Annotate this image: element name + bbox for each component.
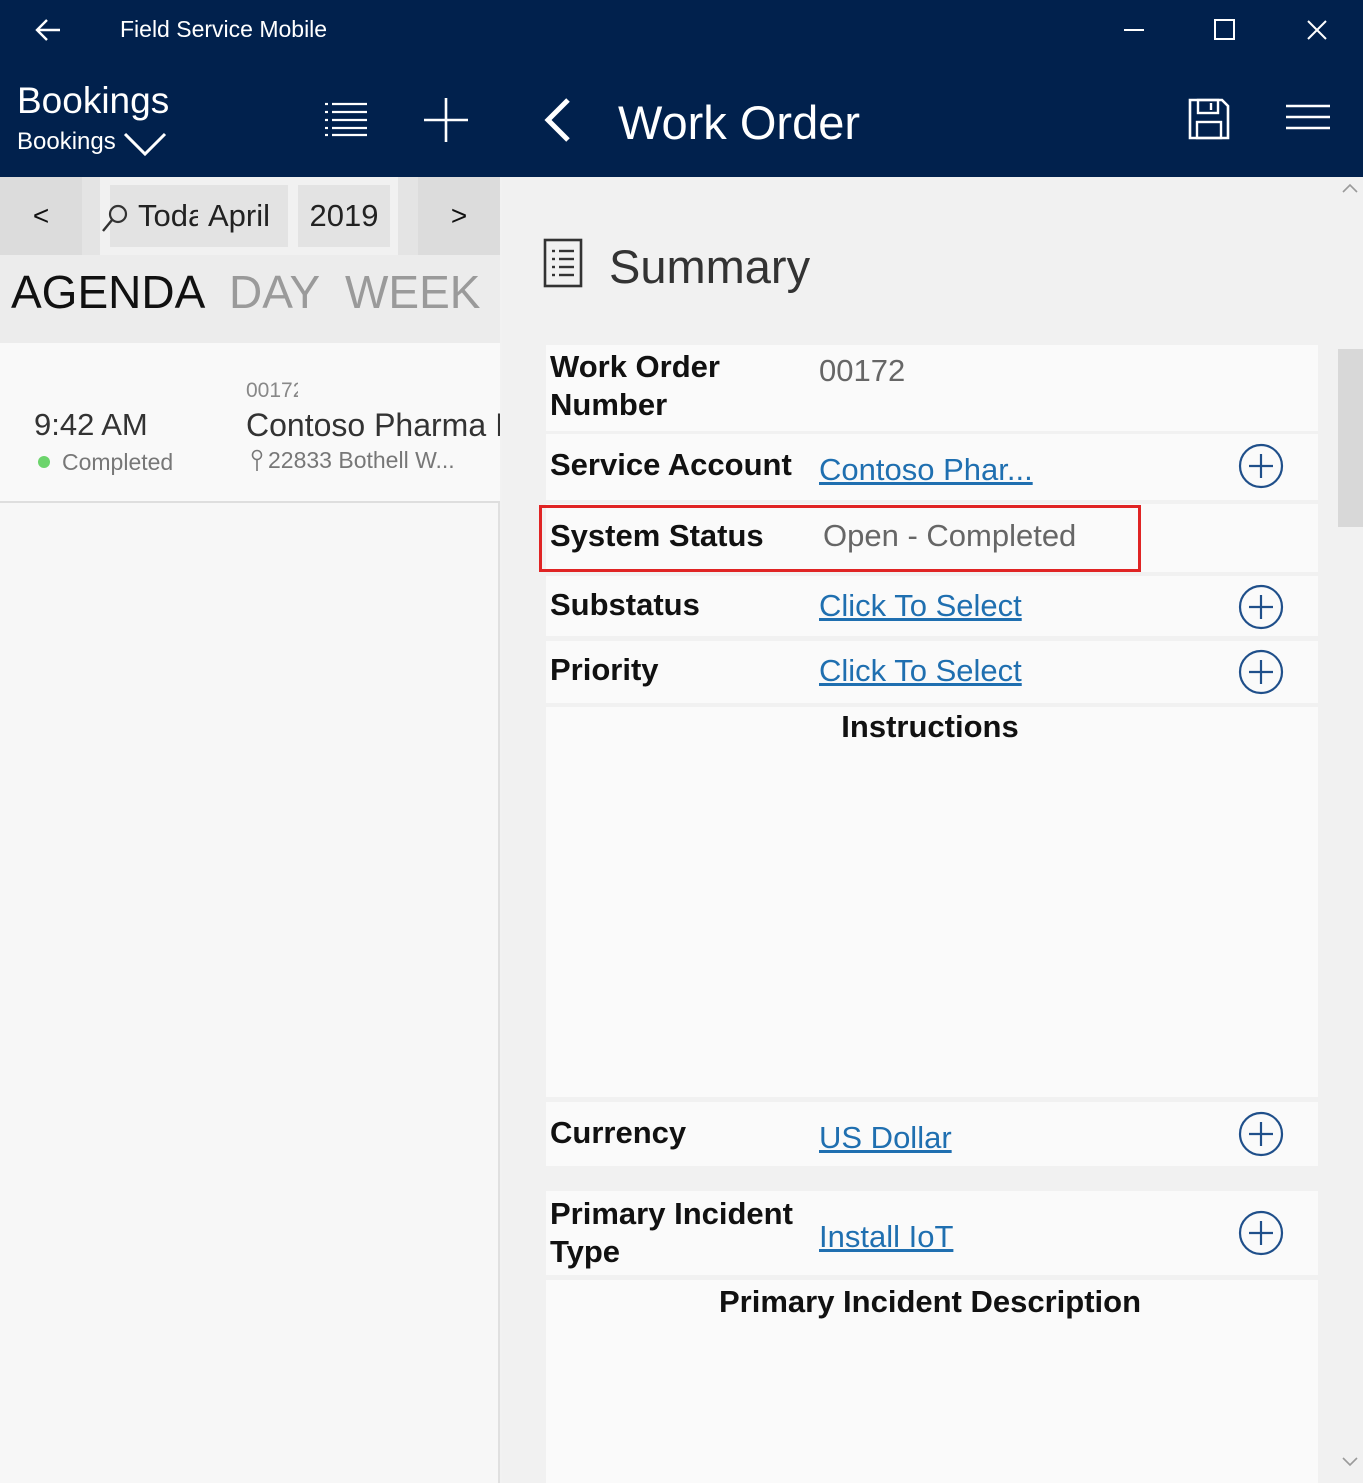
- primary-incident-type-row: Primary Incident Type Install IoT: [546, 1191, 1318, 1275]
- highlight-annotation: [539, 505, 1141, 572]
- date-navigation: < Today April 2019 >: [0, 177, 500, 255]
- work-order-number-row: Work Order Number 00172: [546, 345, 1318, 431]
- primary-incident-description-row: Primary Incident Description: [546, 1280, 1318, 1483]
- section-title: Summary: [609, 240, 811, 293]
- substatus-label: Substatus: [550, 587, 700, 622]
- summary-document-icon: [542, 237, 584, 294]
- work-order-number-value: 00172: [819, 353, 906, 388]
- primary-incident-description-label: Primary Incident Description: [718, 1284, 1142, 1319]
- service-account-link[interactable]: Contoso Phar...: [819, 452, 1033, 488]
- currency-link[interactable]: US Dollar: [819, 1120, 952, 1156]
- tab-agenda[interactable]: AGENDA: [11, 265, 205, 319]
- add-incident-type-icon[interactable]: [1238, 1210, 1284, 1256]
- bookings-pane: < Today April 2019 > AGENDA DAY WEEK 9:4…: [0, 177, 500, 1483]
- booking-list-item[interactable]: 9:42 AM Completed 00172 Contoso Pharma I…: [0, 343, 500, 503]
- substatus-link[interactable]: Click To Select: [819, 588, 1022, 624]
- location-pin-icon: [250, 449, 264, 478]
- currency-label: Currency: [550, 1115, 687, 1150]
- priority-row: Priority Click To Select: [546, 641, 1318, 703]
- maximize-button[interactable]: [1203, 8, 1247, 52]
- service-account-label: Service Account: [550, 447, 792, 482]
- app-header: Field Service Mobile Bookings Bookings W…: [0, 0, 1363, 177]
- currency-row: Currency US Dollar: [546, 1102, 1318, 1166]
- instructions-row: Instructions: [546, 707, 1318, 1097]
- scrollbar-thumb[interactable]: [1338, 349, 1363, 527]
- search-icon[interactable]: [100, 203, 130, 240]
- service-account-row: Service Account Contoso Phar...: [546, 434, 1318, 500]
- scroll-down-icon[interactable]: [1340, 1455, 1360, 1474]
- today-label: Today: [138, 198, 198, 233]
- add-service-account-icon[interactable]: [1238, 443, 1284, 489]
- booking-status: Completed: [62, 449, 174, 475]
- date-selector: Today April 2019: [100, 177, 398, 255]
- booking-work-order-number: 00172: [246, 379, 298, 402]
- booking-account: Contoso Pharma I: [246, 407, 500, 443]
- bookings-title: Bookings: [17, 80, 170, 121]
- add-priority-icon[interactable]: [1238, 649, 1284, 695]
- month-selector[interactable]: April: [198, 185, 288, 247]
- page-title: Work Order: [618, 96, 860, 149]
- window-title: Field Service Mobile: [120, 16, 328, 42]
- close-button[interactable]: [1295, 8, 1339, 52]
- scroll-up-icon[interactable]: [1340, 181, 1360, 200]
- chevron-down-icon[interactable]: [122, 130, 168, 163]
- hamburger-menu-icon[interactable]: [1284, 103, 1332, 138]
- tab-day[interactable]: DAY: [229, 265, 320, 319]
- instructions-textarea[interactable]: [546, 757, 1318, 1097]
- priority-label: Priority: [550, 652, 659, 687]
- view-tabs: AGENDA DAY WEEK: [0, 255, 500, 343]
- chevron-left-icon[interactable]: [540, 96, 576, 149]
- next-date-button[interactable]: >: [418, 177, 500, 255]
- back-arrow-icon[interactable]: [30, 12, 66, 48]
- booking-time: 9:42 AM: [34, 407, 148, 442]
- primary-incident-type-label: Primary Incident Type: [550, 1196, 793, 1269]
- bookings-view-selector[interactable]: Bookings: [17, 128, 116, 156]
- substatus-row: Substatus Click To Select: [546, 576, 1318, 636]
- tab-week[interactable]: WEEK: [345, 265, 480, 319]
- previous-date-button[interactable]: <: [0, 177, 82, 255]
- primary-incident-description-textarea[interactable]: [546, 1330, 1318, 1483]
- add-booking-icon[interactable]: [422, 96, 470, 149]
- instructions-label: Instructions: [841, 709, 1019, 744]
- status-dot-icon: [38, 456, 50, 468]
- priority-link[interactable]: Click To Select: [819, 653, 1022, 689]
- work-order-pane: Summary Work Order Number 00172 Service …: [502, 177, 1363, 1483]
- list-view-icon[interactable]: [322, 98, 370, 145]
- year-selector[interactable]: 2019: [298, 185, 390, 247]
- add-substatus-icon[interactable]: [1238, 584, 1284, 630]
- save-icon[interactable]: [1186, 96, 1232, 147]
- add-currency-icon[interactable]: [1238, 1111, 1284, 1157]
- minimize-button[interactable]: [1112, 8, 1156, 52]
- primary-incident-type-link[interactable]: Install IoT: [819, 1219, 953, 1255]
- booking-address: 22833 Bothell W...: [268, 447, 455, 473]
- work-order-number-label: Work Order Number: [550, 349, 720, 422]
